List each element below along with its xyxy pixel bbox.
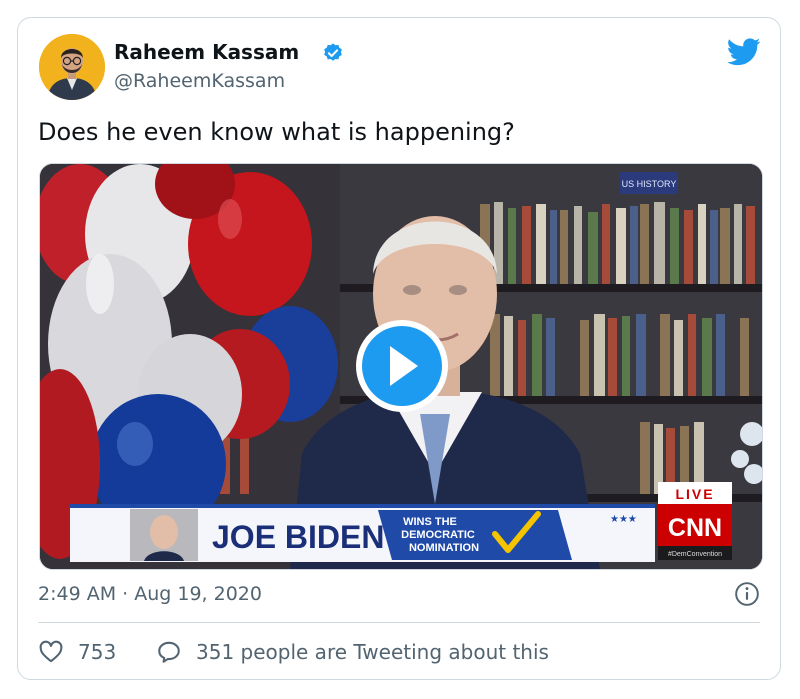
author-name[interactable]: Raheem Kassam <box>114 40 299 64</box>
banner-text: US HISTORY <box>622 179 677 189</box>
chyron-line-2: DEMOCRATIC <box>401 529 475 541</box>
tweet-timestamp[interactable]: 2:49 AM · Aug 19, 2020 <box>38 583 262 605</box>
tweet-card: Raheem Kassam @RaheemKassam Does he even… <box>17 17 781 680</box>
like-count: 753 <box>78 640 117 664</box>
news-chyron: JOE BIDEN WINS THE DEMOCRATIC NOMINATION… <box>70 504 655 562</box>
network-logo: CNN <box>668 514 722 542</box>
info-icon[interactable] <box>734 581 760 607</box>
chyron-line-1: WINS THE <box>403 516 457 528</box>
like-button[interactable]: 753 <box>38 638 116 666</box>
tweeting-count: 351 people are Tweeting about this <box>196 640 549 664</box>
stars-icon: ★★★ <box>610 514 637 525</box>
cnn-logo: LIVE CNN #DemConvention <box>658 482 732 560</box>
divider <box>38 622 760 623</box>
tweet-text: Does he even know what is happening? <box>38 118 515 146</box>
speech-bubble-icon <box>158 641 180 663</box>
verified-badge-icon <box>324 43 342 61</box>
video-player[interactable]: US HISTORY JOE BIDEN WINS THE DEMOCRATIC… <box>39 163 763 570</box>
tweeting-about-link[interactable]: 351 people are Tweeting about this <box>156 638 549 666</box>
twitter-bird-icon[interactable] <box>727 38 761 66</box>
live-badge: LIVE <box>675 486 714 502</box>
avatar[interactable] <box>39 34 105 100</box>
heart-icon <box>39 640 63 663</box>
chyron-line-3: NOMINATION <box>409 542 479 554</box>
chyron-name: JOE BIDEN <box>212 519 384 555</box>
network-tag: #DemConvention <box>668 551 722 558</box>
video-thumbnail: US HISTORY JOE BIDEN WINS THE DEMOCRATIC… <box>40 164 762 569</box>
avatar-image <box>39 34 105 100</box>
author-handle[interactable]: @RaheemKassam <box>114 70 285 92</box>
play-icon[interactable] <box>356 320 448 412</box>
